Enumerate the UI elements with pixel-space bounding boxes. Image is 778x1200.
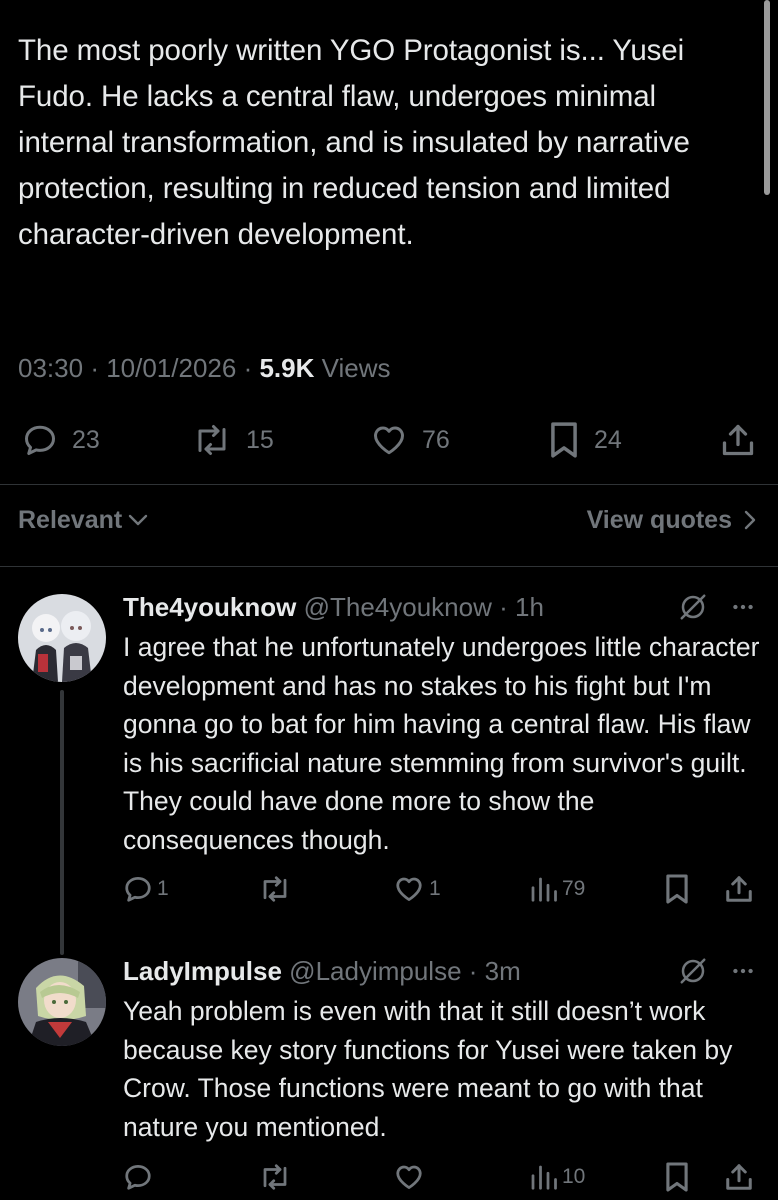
chevron-down-icon [129,514,148,526]
author-name[interactable]: The4youknow [123,592,296,622]
like-icon [396,1165,422,1189]
bookmark-button[interactable] [664,871,690,907]
tweet-text: The most poorly written YGO Protagonist … [18,34,690,251]
chevron-right-icon [744,510,756,530]
share-button[interactable] [720,418,756,462]
reply-time[interactable]: 1h [515,592,544,622]
reply-header: The4youknow @The4youknow · 1h [123,590,544,624]
views-icon [531,1165,557,1190]
reply-header-icons [678,956,756,986]
sort-label: Relevant [18,505,123,534]
grok-icon[interactable] [678,956,708,986]
bookmark-button[interactable]: 24 [548,418,622,462]
repost-icon [263,876,287,902]
repost-icon [263,1164,287,1190]
reply-text: Yeah problem is even with that it still … [123,996,733,1142]
separator: · [461,956,485,986]
more-icon[interactable] [730,956,756,986]
repost-count: 15 [246,425,274,454]
author-name[interactable]: LadyImpulse [123,956,282,986]
avatar[interactable] [18,958,106,1046]
author-handle[interactable]: @The4youknow [304,592,492,622]
bookmark-icon [666,874,688,904]
like-icon [374,426,404,455]
reply-text: I agree that he unfortunately undergoes … [123,632,760,855]
repost-button[interactable] [258,1159,292,1195]
views-icon [531,877,557,902]
views-button[interactable]: 10 [528,1159,585,1195]
tweet-actions: 23 15 76 24 [0,418,778,462]
avatar[interactable] [18,594,106,682]
divider [0,484,778,485]
share-icon [726,876,752,902]
like-icon [396,877,422,901]
tweet-meta: 03:30 · 10/01/2026 · 5.9K Views [18,353,391,384]
reply-actions: 10 [0,1159,778,1195]
reply-header: LadyImpulse @Ladyimpulse · 3m [123,954,521,988]
reply-count: 1 [157,877,169,900]
reply-icon [125,877,151,902]
tweet-date[interactable]: 10/01/2026 [106,353,236,383]
tweet-detail-screen: The most poorly written YGO Protagonist … [0,0,778,1200]
like-button[interactable] [393,1159,425,1195]
share-icon [726,1164,752,1190]
grok-icon[interactable] [678,592,708,622]
reply-time[interactable]: 3m [485,956,521,986]
repost-icon [198,425,226,455]
share-button[interactable] [724,1159,754,1195]
views-count: 10 [562,1165,586,1188]
thread-line [60,690,64,955]
replies-sort-row: Relevant View quotes [18,500,760,540]
tweet-time[interactable]: 03:30 [18,353,83,383]
reply-actions: 1 1 79 [0,871,778,907]
divider [0,566,778,567]
more-icon[interactable] [730,592,756,622]
reply-header-icons [678,592,756,622]
views-count[interactable]: 5.9K [259,353,314,383]
like-button[interactable]: 76 [370,418,450,462]
reply-button[interactable] [123,1159,153,1195]
meta-separator: · [90,353,107,383]
share-icon [722,424,754,456]
bookmark-count: 24 [594,425,622,454]
bookmark-icon [551,422,577,458]
view-quotes-link[interactable]: View quotes [587,500,760,540]
scrollbar[interactable] [764,0,770,195]
repost-button[interactable]: 15 [192,418,274,462]
repost-button[interactable] [258,871,292,907]
separator: · [491,592,515,622]
views-button[interactable]: 79 [528,871,585,907]
views-count: 79 [562,877,586,900]
share-button[interactable] [724,871,754,907]
reply-icon [25,425,55,455]
like-count: 1 [429,877,441,900]
like-button[interactable]: 1 [393,871,441,907]
reply-button[interactable]: 23 [22,418,100,462]
views-label: Views [321,353,391,383]
author-handle[interactable]: @Ladyimpulse [289,956,461,986]
reply-count: 23 [72,425,100,454]
like-count: 76 [422,425,450,454]
view-quotes-label: View quotes [586,505,732,534]
meta-separator: · [243,353,260,383]
bookmark-button[interactable] [664,1159,690,1195]
reply-icon [125,1165,151,1190]
sort-relevant-button[interactable]: Relevant [18,500,150,540]
bookmark-icon [666,1162,688,1192]
reply-button[interactable]: 1 [123,871,169,907]
